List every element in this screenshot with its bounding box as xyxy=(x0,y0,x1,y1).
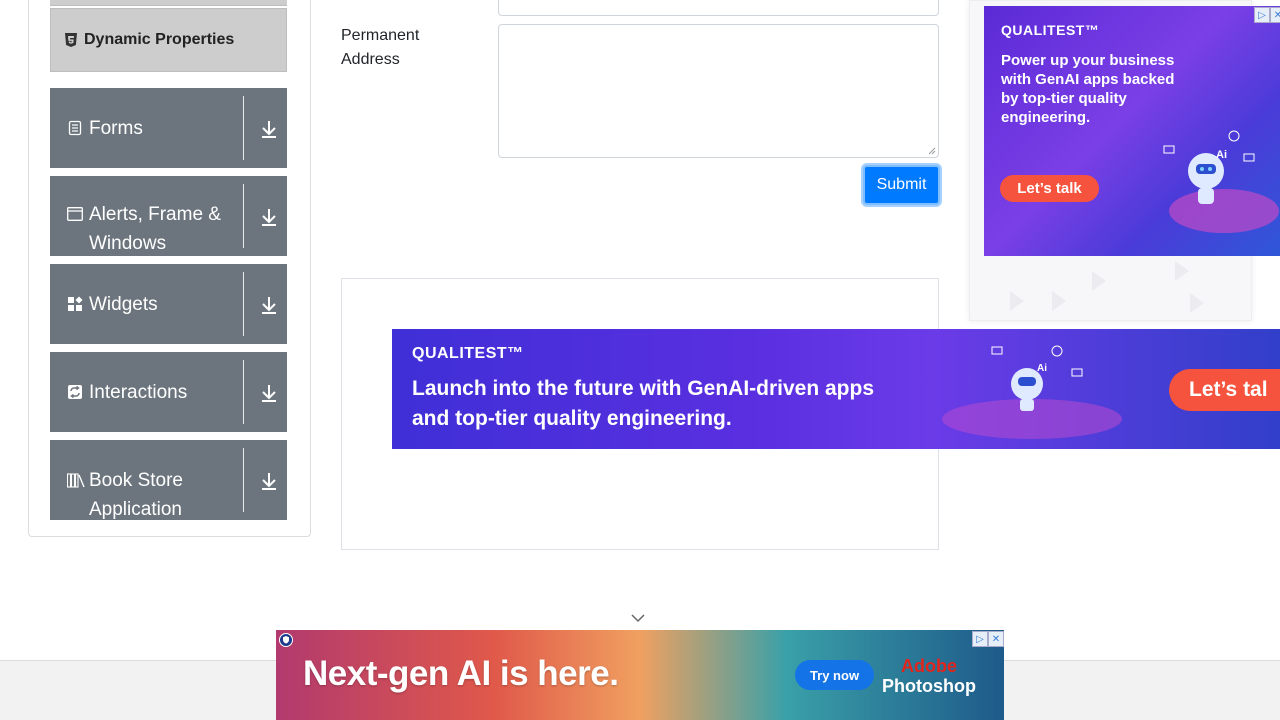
chevron-down-icon[interactable] xyxy=(630,612,646,624)
sidebar-item-above[interactable] xyxy=(50,0,287,6)
sidebar-group-label: Alerts, Frame & Windows xyxy=(89,204,221,254)
ad-cta-button[interactable]: Try now xyxy=(795,660,874,690)
ad-cta-button[interactable]: Let’s tal xyxy=(1169,369,1280,411)
divider xyxy=(243,96,244,160)
svg-text:Ai: Ai xyxy=(1216,149,1227,161)
download-arrow-icon[interactable] xyxy=(260,382,278,404)
sidebar-group-widgets[interactable]: Widgets xyxy=(50,264,287,344)
sidebar-group-label: Forms xyxy=(89,118,143,139)
robot-hand-illustration: Ai xyxy=(1163,130,1279,233)
permanent-address-label: Permanent Address xyxy=(341,27,420,68)
permanent-address-textarea[interactable] xyxy=(498,24,939,158)
divider xyxy=(243,448,244,512)
sidebar-group-alerts[interactable]: Alerts, Frame & Windows xyxy=(50,176,287,256)
download-arrow-icon[interactable] xyxy=(260,118,278,140)
sidebar-group-label: Widgets xyxy=(89,294,158,315)
sidebar-group-forms[interactable]: Forms xyxy=(50,88,287,168)
download-arrow-icon[interactable] xyxy=(260,206,278,228)
sidebar-group-book-store[interactable]: Book Store Application xyxy=(50,440,287,520)
wide-ad-banner[interactable]: QUALITEST™ Launch into the future with G… xyxy=(392,329,1280,449)
ad-close-icon[interactable]: ✕ xyxy=(988,631,1004,647)
ad-brand: QUALITEST™ xyxy=(412,345,524,362)
widgets-icon xyxy=(67,296,83,312)
ad-choices-icon[interactable]: ▷ xyxy=(972,631,988,647)
logo-line-1: Adobe xyxy=(900,656,957,676)
ad-text: Launch into the future with GenAI-driven… xyxy=(412,377,875,430)
ad-choices-icon[interactable]: ▷ xyxy=(1254,7,1270,23)
svg-text:Ai: Ai xyxy=(1037,363,1047,374)
sidebar-group-interactions[interactable]: Interactions xyxy=(50,352,287,432)
divider xyxy=(243,360,244,424)
bottom-ad-banner[interactable]: Next-gen AI is here. Try now Adobe Photo… xyxy=(276,630,1004,720)
right-ad-banner[interactable]: QUALITEST™ Power up your business with G… xyxy=(984,6,1280,256)
shield-icon xyxy=(279,633,293,647)
document-icon xyxy=(67,120,83,136)
divider xyxy=(243,184,244,248)
current-address-textarea[interactable] xyxy=(498,0,939,16)
download-arrow-icon[interactable] xyxy=(260,470,278,492)
adobe-photoshop-logo: Adobe Photoshop xyxy=(882,656,976,696)
ad-close-icon[interactable]: ✕ xyxy=(1270,7,1280,23)
ad-cta-button[interactable]: Let’s talk xyxy=(1000,175,1099,202)
ad-text: Next-gen AI is here. xyxy=(303,654,619,693)
divider xyxy=(243,272,244,336)
window-icon xyxy=(67,206,83,222)
sidebar-item-label: Dynamic Properties xyxy=(84,31,235,48)
submit-button[interactable]: Submit xyxy=(863,165,940,205)
robot-hand-illustration: Ai xyxy=(942,345,1122,439)
logo-line-2: Photoshop xyxy=(882,676,976,696)
resize-handle-icon[interactable] xyxy=(928,147,936,155)
books-icon xyxy=(66,472,85,488)
sidebar-group-label: Interactions xyxy=(89,382,188,403)
interactions-icon xyxy=(67,384,83,400)
sidebar-group-label: Book Store Application xyxy=(89,470,183,520)
download-arrow-icon[interactable] xyxy=(260,294,278,316)
ad-brand: QUALITEST™ xyxy=(1001,22,1100,38)
html5-icon xyxy=(65,33,77,47)
sidebar-item-dynamic-properties[interactable]: Dynamic Properties xyxy=(50,8,287,72)
